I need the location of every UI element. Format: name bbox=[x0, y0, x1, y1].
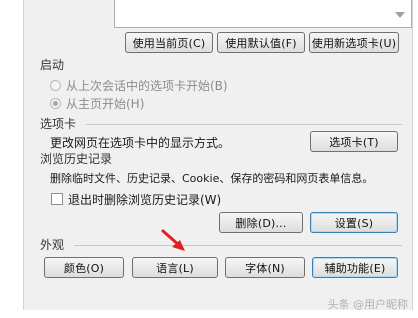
delete-on-exit-label: 退出时删除浏览历史记录(W) bbox=[68, 193, 222, 207]
use-default-button[interactable]: 使用默认值(F) bbox=[217, 32, 305, 53]
languages-button[interactable]: 语言(L) bbox=[132, 257, 218, 278]
delete-on-exit-checkbox[interactable] bbox=[51, 193, 63, 205]
radio-last-session[interactable] bbox=[50, 80, 61, 91]
appearance-divider bbox=[74, 245, 402, 246]
delete-history-button[interactable]: 删除(D)... bbox=[219, 212, 303, 233]
history-header: 浏览历史记录 bbox=[40, 152, 113, 166]
history-settings-button[interactable]: 设置(S) bbox=[310, 212, 398, 233]
accessibility-button[interactable]: 辅助功能(E) bbox=[312, 257, 398, 278]
tabs-description: 更改网页在选项卡中的显示方式。 bbox=[50, 136, 231, 150]
options-dialog-panel: 使用当前页(C) 使用默认值(F) 使用新选项卡(U) 启动 从上次会话中的选项… bbox=[23, 0, 413, 310]
history-description: 删除临时文件、历史记录、Cookie、保存的密码和网页表单信息。 bbox=[50, 172, 374, 185]
radio-homepage-label: 从主页开始(H) bbox=[66, 97, 145, 111]
use-current-button[interactable]: 使用当前页(C) bbox=[125, 32, 213, 53]
radio-last-session-label: 从上次会话中的选项卡开始(B) bbox=[66, 79, 228, 93]
colors-button[interactable]: 颜色(O) bbox=[44, 257, 124, 278]
watermark: 头条 @用户昵称 bbox=[327, 298, 409, 311]
radio-homepage[interactable] bbox=[50, 98, 61, 109]
appearance-header: 外观 bbox=[40, 238, 65, 252]
startup-header: 启动 bbox=[40, 58, 65, 72]
fonts-button[interactable]: 字体(N) bbox=[225, 257, 305, 278]
radio-selected-dot bbox=[53, 101, 58, 106]
homepage-textbox[interactable] bbox=[114, 0, 412, 28]
use-new-tab-button[interactable]: 使用新选项卡(U) bbox=[309, 32, 399, 53]
red-arrow-icon bbox=[161, 229, 185, 251]
tabs-header: 选项卡 bbox=[40, 117, 77, 131]
tabs-button[interactable]: 选项卡(T) bbox=[310, 131, 398, 152]
tabs-divider bbox=[86, 124, 402, 125]
scroll-down-icon[interactable] bbox=[395, 12, 405, 18]
